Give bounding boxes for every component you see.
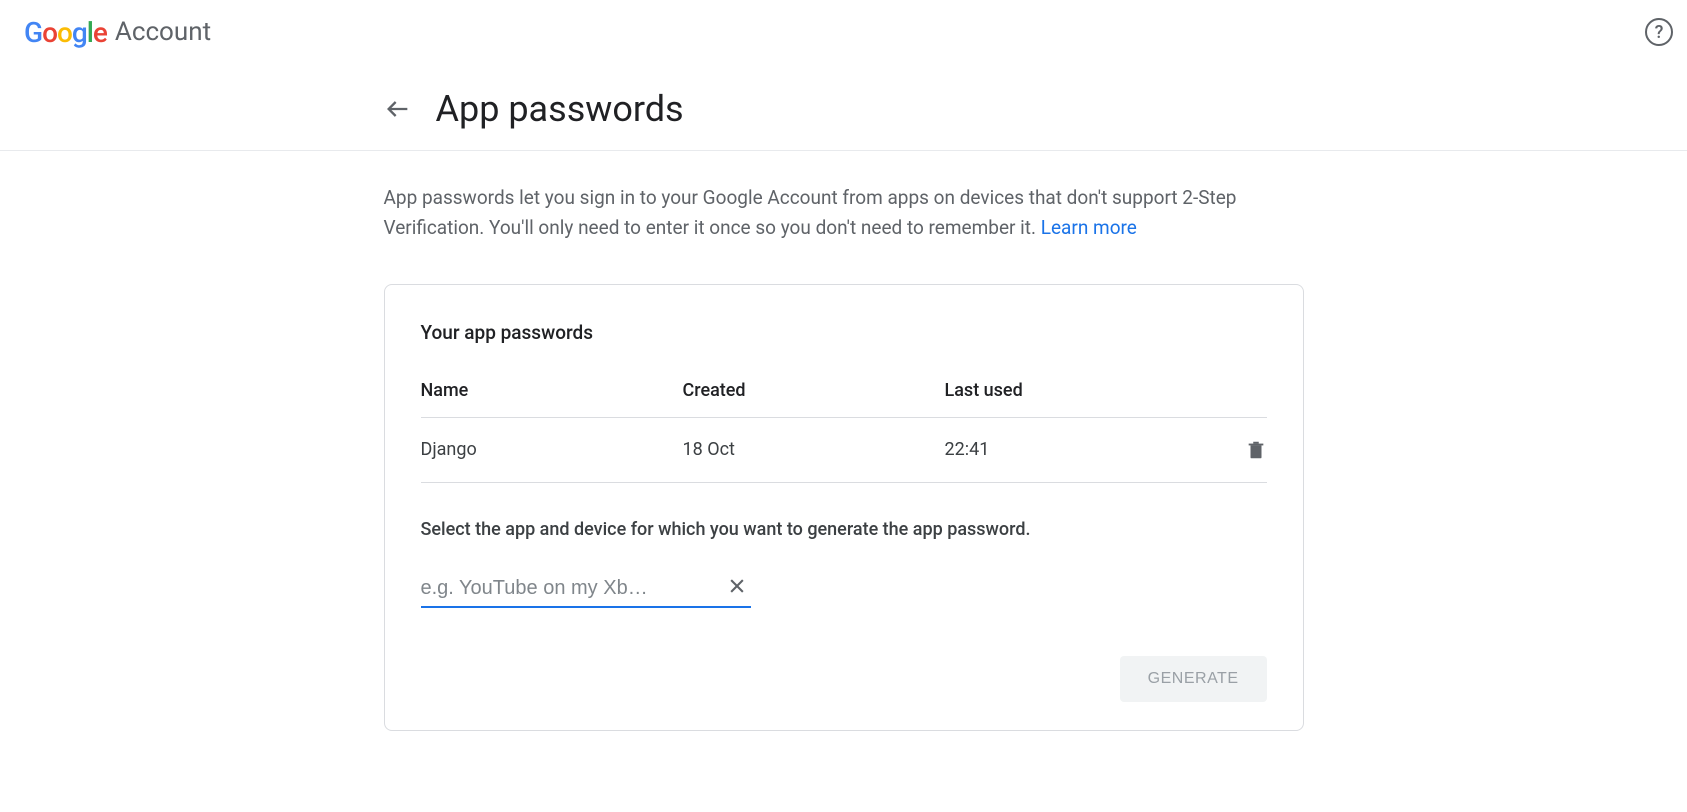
row-last-used: 22:41 (945, 439, 1207, 460)
help-icon[interactable]: ? (1645, 18, 1673, 46)
col-created: Created (683, 380, 945, 401)
row-name: Django (421, 439, 683, 460)
trash-icon[interactable] (1207, 438, 1267, 462)
learn-more-link[interactable]: Learn more (1041, 216, 1137, 239)
table-row: Django 18 Oct 22:41 (421, 418, 1267, 483)
passwords-table: Name Created Last used Django 18 Oct 22:… (421, 380, 1267, 483)
table-header: Name Created Last used (421, 380, 1267, 418)
select-instruction: Select the app and device for which you … (421, 519, 1267, 540)
app-header: Google Account ? (0, 0, 1687, 64)
account-label: Account (115, 17, 211, 47)
button-row: GENERATE (421, 656, 1267, 702)
app-name-input[interactable] (421, 577, 719, 600)
title-bar: App passwords (384, 64, 1304, 150)
page-title: App passwords (436, 88, 684, 130)
google-logo: Google (24, 16, 107, 49)
page-description: App passwords let you sign in to your Go… (384, 183, 1304, 244)
app-name-input-container (421, 576, 751, 608)
back-arrow-icon[interactable] (384, 95, 412, 123)
col-last-used: Last used (945, 380, 1207, 401)
row-created: 18 Oct (683, 439, 945, 460)
card-title: Your app passwords (421, 321, 1267, 344)
logo-container[interactable]: Google Account (24, 16, 211, 49)
main-content: App passwords let you sign in to your Go… (384, 151, 1304, 731)
clear-input-icon[interactable] (723, 576, 751, 602)
col-name: Name (421, 380, 683, 401)
generate-button[interactable]: GENERATE (1120, 656, 1267, 702)
app-passwords-card: Your app passwords Name Created Last use… (384, 284, 1304, 731)
